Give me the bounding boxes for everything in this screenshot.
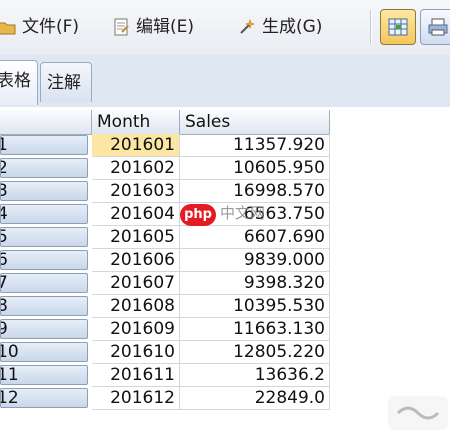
menu-generate[interactable]: 生成(G) xyxy=(238,14,322,40)
menu-edit[interactable]: 编辑(E) xyxy=(112,14,194,40)
month-cell[interactable]: 201609 xyxy=(92,318,180,341)
sales-cell[interactable]: 11663.130 xyxy=(180,318,330,341)
menu-edit-label: 编辑(E) xyxy=(136,17,195,37)
row-header[interactable]: 12 xyxy=(0,388,88,408)
table-row: 10 201610 12805.220 xyxy=(0,341,330,364)
table-row: 5 201605 6607.690 xyxy=(0,226,330,249)
sales-cell[interactable]: 9398.320 xyxy=(180,272,330,295)
row-header[interactable]: 9 xyxy=(0,319,88,339)
month-cell[interactable]: 201602 xyxy=(92,157,180,180)
month-cell[interactable]: 201601 xyxy=(92,134,180,157)
month-cell[interactable]: 201608 xyxy=(92,295,180,318)
tab-table[interactable]: 表格 xyxy=(0,60,38,105)
sales-cell[interactable]: 11357.920 xyxy=(180,134,330,157)
menu-file[interactable]: 文件(F) xyxy=(0,14,79,40)
watermark-logo-icon xyxy=(396,406,440,420)
month-cell[interactable]: 201610 xyxy=(92,341,180,364)
table-row: 3 201603 16998.570 xyxy=(0,180,330,203)
sales-cell[interactable]: 6607.690 xyxy=(180,226,330,249)
month-cell[interactable]: 201605 xyxy=(92,226,180,249)
menu-generate-label: 生成(G) xyxy=(262,17,323,37)
row-header[interactable]: 2 xyxy=(0,158,88,178)
column-header-month[interactable]: Month xyxy=(92,110,180,134)
sales-cell[interactable]: 12805.220 xyxy=(180,341,330,364)
column-header-sales[interactable]: Sales xyxy=(180,110,330,134)
sales-cell[interactable]: 22849.0 xyxy=(180,387,330,410)
row-header[interactable]: 10 xyxy=(0,342,88,362)
month-cell[interactable]: 201606 xyxy=(92,249,180,272)
edit-document-icon xyxy=(112,18,130,36)
print-button[interactable] xyxy=(420,9,450,45)
month-cell[interactable]: 201612 xyxy=(92,387,180,410)
row-header[interactable]: 7 xyxy=(0,273,88,293)
table-row: 4 201604 6563.750 xyxy=(0,203,330,226)
sales-cell[interactable]: 9839.000 xyxy=(180,249,330,272)
month-cell[interactable]: 201604 xyxy=(92,203,180,226)
folder-icon xyxy=(0,18,16,36)
month-cell[interactable]: 201603 xyxy=(92,180,180,203)
watermark-text: 中文网 xyxy=(220,204,266,222)
tab-strip: 表格 注解 xyxy=(0,55,450,108)
sales-cell[interactable]: 13636.2 xyxy=(180,364,330,387)
row-header[interactable]: 11 xyxy=(0,365,88,385)
sales-cell[interactable]: 16998.570 xyxy=(180,180,330,203)
table-row: 11 201611 13636.2 xyxy=(0,364,330,387)
row-header-corner[interactable] xyxy=(0,110,92,134)
table-row: 1 201601 11357.920 xyxy=(0,134,330,157)
row-header[interactable]: 8 xyxy=(0,296,88,316)
row-header[interactable]: 5 xyxy=(0,227,88,247)
table-row: 9 201609 11663.130 xyxy=(0,318,330,341)
row-header[interactable]: 1 xyxy=(0,135,88,155)
row-header[interactable]: 4 xyxy=(0,204,88,224)
month-cell[interactable]: 201607 xyxy=(92,272,180,295)
table-row: 12 201612 22849.0 xyxy=(0,387,330,410)
table-row: 6 201606 9839.000 xyxy=(0,249,330,272)
row-header[interactable]: 3 xyxy=(0,181,88,201)
table-header: Month Sales xyxy=(0,110,330,135)
watermark-badge: php xyxy=(180,204,216,226)
tab-annotations[interactable]: 注解 xyxy=(40,62,92,102)
table-row: 8 201608 10395.530 xyxy=(0,295,330,318)
toolbar-separator xyxy=(370,10,371,44)
wand-icon xyxy=(238,18,256,36)
print-icon xyxy=(428,17,448,37)
data-view-button[interactable] xyxy=(380,9,416,45)
data-view-icon xyxy=(388,17,408,37)
sales-cell[interactable]: 10605.950 xyxy=(180,157,330,180)
month-cell[interactable]: 201611 xyxy=(92,364,180,387)
table-row: 2 201602 10605.950 xyxy=(0,157,330,180)
table-row: 7 201607 9398.320 xyxy=(0,272,330,295)
sales-cell[interactable]: 10395.530 xyxy=(180,295,330,318)
watermark-corner xyxy=(388,396,448,430)
menu-bar: 文件(F) 编辑(E) 生成(G) xyxy=(0,0,450,56)
menu-file-label: 文件(F) xyxy=(22,17,80,37)
row-header[interactable]: 6 xyxy=(0,250,88,270)
